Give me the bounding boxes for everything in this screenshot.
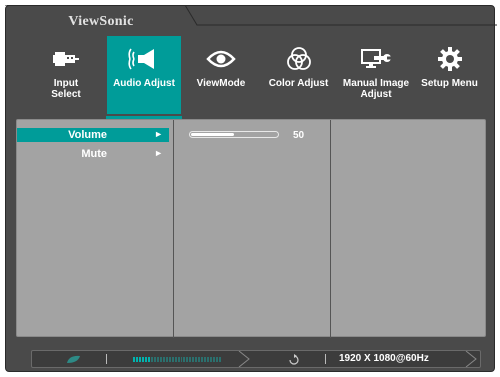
signal-level-bar — [133, 357, 222, 362]
level-segment — [195, 357, 198, 362]
level-segment — [210, 357, 213, 362]
level-segment — [201, 357, 204, 362]
level-segment — [216, 357, 219, 362]
tab-audio-adjust[interactable]: Audio Adjust — [107, 36, 181, 114]
frame-top-edge — [5, 5, 497, 26]
level-segment — [171, 357, 174, 362]
main-tab-bar: Input Select Audio Adjust ViewMode Color… — [31, 36, 486, 114]
column-divider — [330, 120, 331, 338]
input-source-icon — [289, 354, 299, 365]
volume-slider-fill — [191, 133, 234, 136]
arrow-right-icon: ► — [154, 148, 163, 158]
level-segment — [198, 357, 201, 362]
menu-item-label: Mute — [81, 148, 107, 160]
level-segment — [147, 357, 150, 362]
level-segment — [204, 357, 207, 362]
level-segment — [144, 357, 147, 362]
settings-panel: Volume ► Mute ► 50 — [16, 119, 486, 338]
level-segment — [183, 357, 186, 362]
level-segment — [135, 357, 138, 362]
level-segment — [159, 357, 162, 362]
level-segment — [186, 357, 189, 362]
level-segment — [168, 357, 171, 362]
status-chevron — [238, 351, 250, 367]
tab-setup-menu[interactable]: Setup Menu — [413, 36, 486, 114]
volume-slider[interactable] — [189, 131, 279, 138]
level-segment — [162, 357, 165, 362]
level-segment — [141, 357, 144, 362]
volume-value: 50 — [293, 130, 305, 141]
menu-item-label: Volume — [68, 129, 107, 141]
osd-frame: ViewSonic Input Select Audio Adjust View… — [5, 5, 497, 372]
resolution-readout: 1920 X 1080@60Hz — [339, 353, 429, 364]
level-segment — [213, 357, 216, 362]
menu-item-volume[interactable]: Volume ► — [17, 128, 169, 142]
status-chevron — [465, 351, 477, 367]
status-divider — [106, 354, 107, 364]
arrow-right-icon: ► — [154, 129, 163, 139]
tab-input-select[interactable]: Input Select — [31, 36, 101, 114]
input-select-icon — [31, 44, 101, 74]
level-segment — [153, 357, 156, 362]
level-segment — [177, 357, 180, 362]
level-segment — [219, 357, 222, 362]
tab-viewmode[interactable]: ViewMode — [186, 36, 256, 114]
level-segment — [180, 357, 183, 362]
eye-icon — [186, 44, 256, 74]
tab-label: Color Adjust — [268, 78, 329, 89]
level-segment — [192, 357, 195, 362]
level-segment — [150, 357, 153, 362]
tab-label: Setup Menu — [421, 78, 478, 89]
status-divider — [325, 354, 326, 364]
tab-label: Input Select — [51, 78, 81, 100]
level-segment — [138, 357, 141, 362]
status-bar: 1920 X 1080@60Hz — [31, 350, 481, 368]
tab-label: Manual Image Adjust — [342, 78, 410, 100]
level-segment — [133, 357, 135, 362]
color-circles-icon — [261, 44, 336, 74]
menu-item-mute[interactable]: Mute ► — [17, 147, 169, 161]
speaker-icon — [107, 44, 181, 74]
tab-label: ViewMode — [196, 78, 246, 89]
monitor-wrench-icon — [341, 44, 411, 74]
level-segment — [156, 357, 159, 362]
tab-color-adjust[interactable]: Color Adjust — [261, 36, 336, 114]
level-segment — [207, 357, 210, 362]
level-segment — [174, 357, 177, 362]
column-divider — [173, 120, 174, 338]
tab-label: Audio Adjust — [113, 78, 175, 89]
level-segment — [165, 357, 168, 362]
level-segment — [189, 357, 192, 362]
tab-manual-image-adjust[interactable]: Manual Image Adjust — [341, 36, 411, 114]
gear-icon — [413, 44, 486, 74]
eco-leaf-icon — [67, 355, 80, 363]
